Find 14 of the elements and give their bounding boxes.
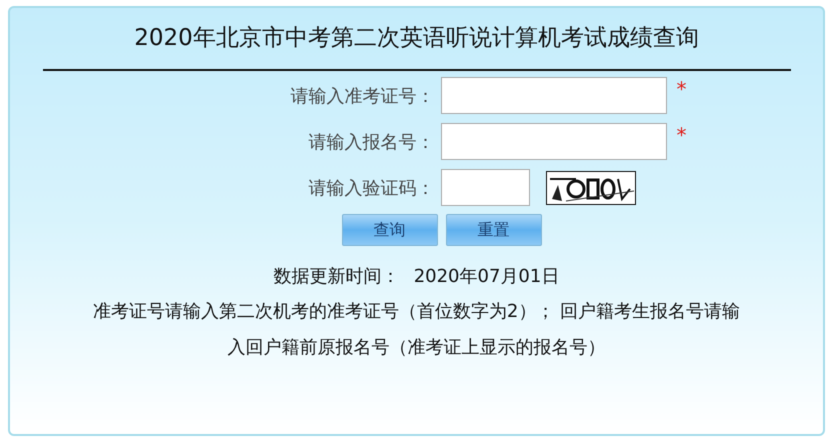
update-date: 2020年07月01日 bbox=[414, 265, 560, 288]
query-button[interactable]: 查询 bbox=[342, 214, 438, 246]
page-title: 2020年北京市中考第二次英语听说计算机考试成绩查询 bbox=[134, 24, 699, 53]
reset-button[interactable]: 重置 bbox=[446, 214, 542, 246]
field-label: 请输入准考证号： bbox=[290, 84, 434, 108]
update-label: 数据更新时间： bbox=[274, 265, 400, 288]
input-field[interactable] bbox=[440, 123, 666, 160]
required-mark: * bbox=[676, 77, 686, 101]
required-mark: * bbox=[676, 123, 686, 147]
input-field[interactable] bbox=[440, 77, 666, 114]
field-label: 请输入验证码： bbox=[308, 176, 434, 200]
captcha-field[interactable] bbox=[440, 169, 530, 206]
note-text: 准考证号请输入第二次机考的准考证号（首位数字为2）； 回户籍考生报名号请输入回户籍前原报名号（准考证上显示的报名号） bbox=[92, 300, 742, 360]
field-label: 请输入报名号： bbox=[308, 130, 434, 154]
